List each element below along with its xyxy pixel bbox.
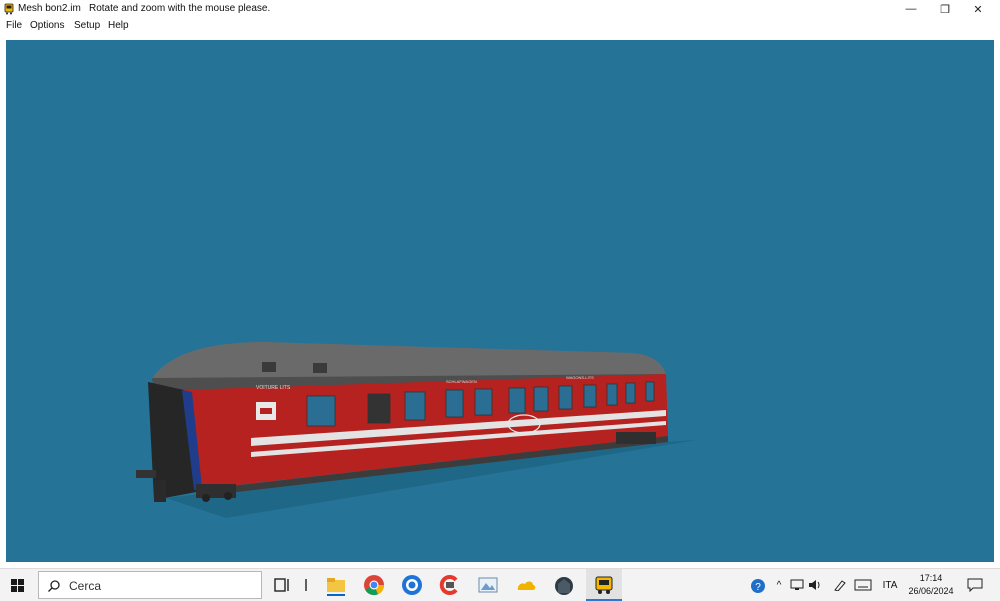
search-input[interactable]: Cerca <box>38 571 262 599</box>
menu-file[interactable]: File <box>6 20 22 31</box>
menu-setup[interactable]: Setup <box>74 20 100 31</box>
chevron-up-icon[interactable]: ^ <box>772 569 786 601</box>
close-button[interactable]: ✕ <box>960 0 996 18</box>
menu-bar: File Options Setup Help <box>0 18 1000 34</box>
close-icon: ✕ <box>973 3 983 16</box>
clock-date: 26/06/2024 <box>908 586 954 596</box>
restore-icon: ❐ <box>940 3 950 16</box>
file-explorer-icon[interactable] <box>324 573 348 597</box>
help-tray-icon[interactable]: ? <box>750 578 766 594</box>
title-bar: Mesh bon2.im Rotate and zoom with the mo… <box>0 0 1000 18</box>
svg-text:?: ? <box>755 582 761 593</box>
3d-viewport[interactable]: VOITURE LITS SCHLAFWAGEN WAGONS-LITS <box>6 40 994 562</box>
side-text-3: WAGONS-LITS <box>566 375 594 380</box>
side-text-2: SCHLAFWAGEN <box>446 379 477 384</box>
search-placeholder: Cerca <box>69 579 102 593</box>
volume-icon[interactable] <box>808 579 822 591</box>
chrome-icon[interactable] <box>362 573 386 597</box>
train-car-model[interactable]: VOITURE LITS SCHLAFWAGEN WAGONS-LITS <box>6 40 994 562</box>
keyboard-icon[interactable] <box>854 579 872 591</box>
steam-icon[interactable] <box>552 573 576 597</box>
menu-help[interactable]: Help <box>108 20 129 31</box>
language-indicator[interactable]: ITA <box>880 569 900 601</box>
app-train-icon <box>4 3 14 15</box>
windows-start-icon[interactable] <box>11 579 24 592</box>
window-title: Mesh bon2.im <box>18 3 81 14</box>
mesh-viewer-taskbar-button[interactable] <box>586 569 622 601</box>
onedrive-icon[interactable] <box>514 573 538 597</box>
ccleaner-icon[interactable] <box>438 573 462 597</box>
widgets-divider-icon[interactable] <box>296 573 320 597</box>
clock[interactable]: 17:14 26/06/2024 <box>904 572 958 598</box>
image-viewer-icon[interactable] <box>476 573 500 597</box>
task-view-icon[interactable] <box>270 573 294 597</box>
mesh-viewer-icon <box>595 576 613 594</box>
notifications-icon[interactable] <box>967 578 983 592</box>
side-text-1: VOITURE LITS <box>256 385 291 391</box>
clock-time: 17:14 <box>919 573 943 583</box>
search-icon <box>48 580 60 592</box>
taskbar: Cerca ? ^ ITA 17:14 26/06/2024 <box>0 568 1000 601</box>
window-message: Rotate and zoom with the mouse please. <box>89 3 271 14</box>
minimize-icon: — <box>905 3 917 15</box>
pen-icon[interactable] <box>833 579 847 591</box>
network-icon[interactable] <box>790 579 804 591</box>
minimize-button[interactable]: — <box>893 0 929 18</box>
menu-options[interactable]: Options <box>30 20 64 31</box>
restore-button[interactable]: ❐ <box>927 0 963 18</box>
firefox-icon[interactable] <box>400 573 424 597</box>
